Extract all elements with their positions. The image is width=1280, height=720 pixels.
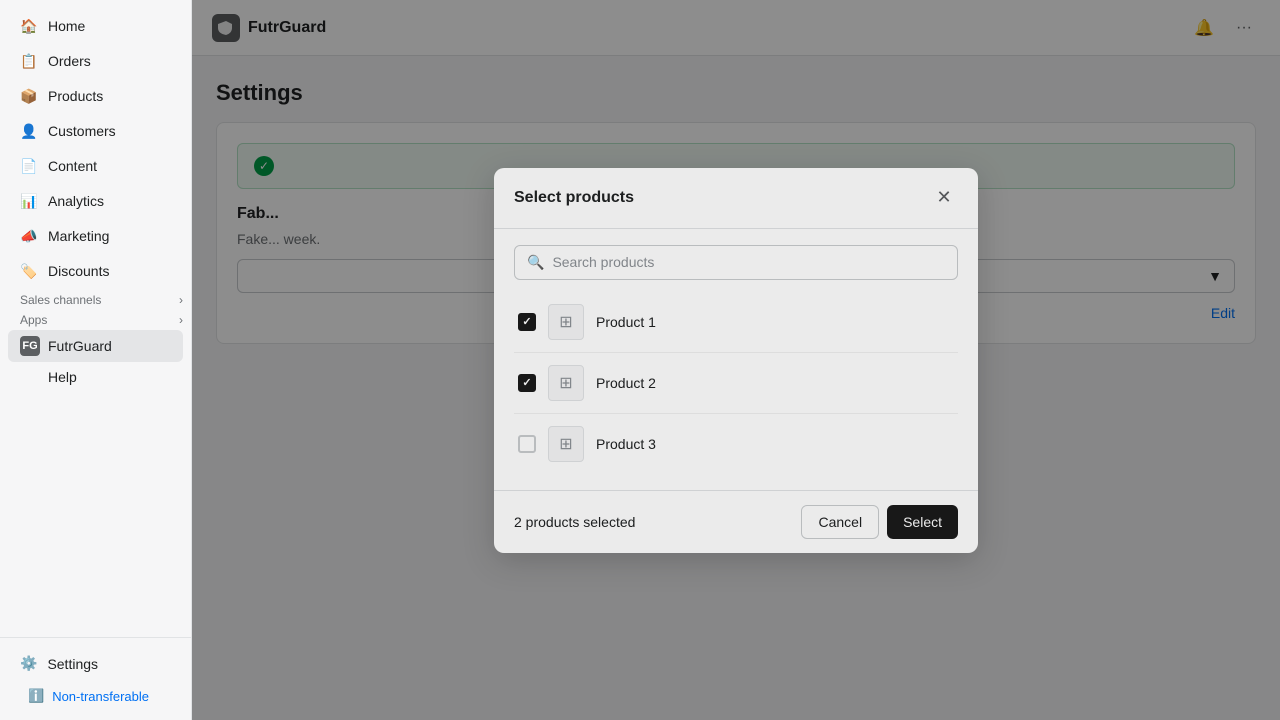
app-icon: FG: [20, 336, 40, 356]
marketing-icon: 📣: [20, 227, 38, 245]
modal-footer: 2 products selected Cancel Select: [494, 490, 978, 553]
product-item-3[interactable]: ⊞ Product 3: [514, 414, 958, 474]
product-2-name: Product 2: [596, 375, 656, 391]
modal-close-button[interactable]: ✕: [930, 184, 958, 212]
modal-body: 🔍 ⊞ Product 1 ⊞ Product 2: [494, 229, 978, 490]
product-3-checkbox[interactable]: [518, 435, 536, 453]
product-2-checkbox[interactable]: [518, 374, 536, 392]
sidebar-item-content[interactable]: 📄 Content: [8, 149, 183, 183]
search-input[interactable]: [552, 254, 945, 270]
info-icon: ℹ️: [28, 688, 44, 704]
sidebar-item-help[interactable]: Help: [8, 363, 183, 391]
sales-channels-section[interactable]: Sales channels ›: [0, 289, 191, 309]
sidebar-item-home[interactable]: 🏠 Home: [8, 9, 183, 43]
search-icon: 🔍: [527, 254, 544, 271]
modal-overlay[interactable]: Select products ✕ 🔍 ⊞ Product 1: [192, 0, 1280, 720]
main-content: FutrGuard 🔔 ··· Settings ✓ Fab... Fake..…: [192, 0, 1280, 720]
product-2-thumb: ⊞: [548, 365, 584, 401]
analytics-icon: 📊: [20, 192, 38, 210]
modal-title: Select products: [514, 189, 634, 207]
orders-icon: 📋: [20, 52, 38, 70]
apps-section[interactable]: Apps ›: [0, 309, 191, 329]
settings-icon: ⚙️: [20, 655, 37, 672]
sidebar-item-discounts[interactable]: 🏷️ Discounts: [8, 254, 183, 288]
select-button[interactable]: Select: [887, 505, 958, 539]
sidebar-item-marketing[interactable]: 📣 Marketing: [8, 219, 183, 253]
product-item-1[interactable]: ⊞ Product 1: [514, 292, 958, 353]
product-3-thumb: ⊞: [548, 426, 584, 462]
sidebar: 🏠 Home 📋 Orders 📦 Products 👤 Customers 📄…: [0, 0, 192, 720]
search-box: 🔍: [514, 245, 958, 280]
cancel-button[interactable]: Cancel: [801, 505, 879, 539]
product-1-checkbox[interactable]: [518, 313, 536, 331]
products-icon: 📦: [20, 87, 38, 105]
product-1-name: Product 1: [596, 314, 656, 330]
sidebar-item-futrguard[interactable]: FG FutrGuard: [8, 330, 183, 362]
apps-expand-icon: ›: [179, 313, 183, 327]
sidebar-bottom: ⚙️ Settings ℹ️ Non-transferable: [0, 637, 191, 720]
sidebar-item-settings[interactable]: ⚙️ Settings: [8, 647, 183, 680]
discounts-icon: 🏷️: [20, 262, 38, 280]
product-list: ⊞ Product 1 ⊞ Product 2 ⊞ Product 3: [514, 292, 958, 474]
modal-header: Select products ✕: [494, 168, 978, 229]
product-item-2[interactable]: ⊞ Product 2: [514, 353, 958, 414]
sidebar-nav: 🏠 Home 📋 Orders 📦 Products 👤 Customers 📄…: [0, 0, 191, 637]
non-transferable-item[interactable]: ℹ️ Non-transferable: [16, 682, 175, 710]
product-1-thumb: ⊞: [548, 304, 584, 340]
modal-actions: Cancel Select: [801, 505, 958, 539]
customers-icon: 👤: [20, 122, 38, 140]
sidebar-item-analytics[interactable]: 📊 Analytics: [8, 184, 183, 218]
sidebar-item-customers[interactable]: 👤 Customers: [8, 114, 183, 148]
expand-icon: ›: [179, 293, 183, 307]
select-products-modal: Select products ✕ 🔍 ⊞ Product 1: [494, 168, 978, 553]
content-icon: 📄: [20, 157, 38, 175]
sidebar-item-products[interactable]: 📦 Products: [8, 79, 183, 113]
home-icon: 🏠: [20, 17, 38, 35]
product-3-name: Product 3: [596, 436, 656, 452]
sidebar-item-orders[interactable]: 📋 Orders: [8, 44, 183, 78]
selected-count: 2 products selected: [514, 514, 635, 530]
